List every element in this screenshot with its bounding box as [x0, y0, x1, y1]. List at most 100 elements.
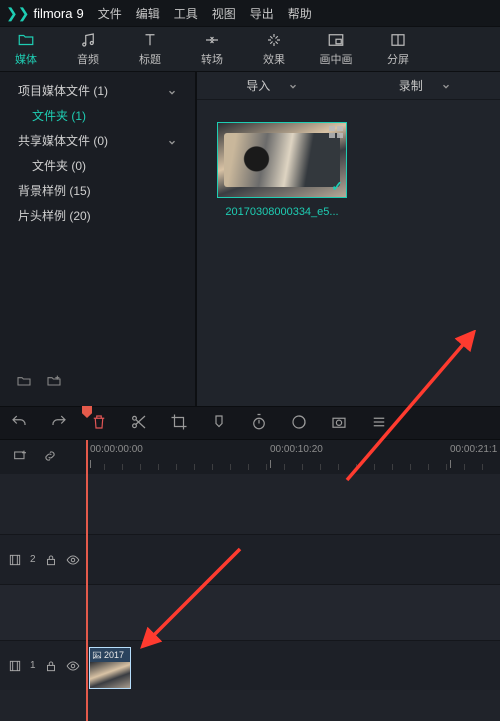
record-label: 录制	[399, 77, 423, 94]
chevron-down-icon	[288, 81, 298, 91]
app-logo: ❯❯ filmora 9	[6, 5, 84, 22]
app-name: filmora	[33, 6, 72, 21]
tab-title[interactable]: 标题	[128, 31, 172, 67]
sidebar-project-media[interactable]: 项目媒体文件 (1)	[0, 78, 195, 103]
side-label: 文件夹 (1)	[32, 107, 86, 124]
sidebar-bg-samples[interactable]: 背景样例 (15)	[0, 178, 195, 203]
split-icon	[389, 31, 407, 49]
crop-icon[interactable]	[170, 413, 188, 434]
sidebar-folder-1[interactable]: 文件夹 (1)	[0, 103, 195, 128]
timeline-ruler[interactable]: 00:00:00:00 00:00:10:20 00:00:21:1	[86, 440, 500, 474]
menu-bar: 文件 编辑 工具 视图 导出 帮助	[98, 5, 312, 22]
import-label: 导入	[246, 77, 270, 94]
timeline-header-left	[0, 448, 86, 467]
lock-icon[interactable]	[44, 553, 58, 567]
undo-icon[interactable]	[10, 413, 28, 434]
lock-icon[interactable]	[44, 659, 58, 673]
tool-tabs: 媒体 音频 标题 转场 效果 画中画 分屏	[0, 26, 500, 72]
transition-icon	[203, 31, 221, 49]
side-label: 背景样例 (15)	[18, 182, 91, 199]
menu-file[interactable]: 文件	[98, 5, 122, 22]
timeline-clip[interactable]: 2017	[89, 647, 131, 689]
stopwatch-icon[interactable]	[250, 413, 268, 434]
menu-tools[interactable]: 工具	[174, 5, 198, 22]
list-icon[interactable]	[370, 413, 388, 434]
new-folder-icon[interactable]	[16, 373, 32, 392]
add-track-icon[interactable]	[12, 448, 28, 467]
ruler-time-0: 00:00:00:00	[90, 444, 143, 468]
tab-audio[interactable]: 音频	[66, 31, 110, 67]
music-icon	[79, 31, 97, 49]
ruler-time-2: 00:00:21:1	[450, 444, 497, 468]
tab-pip[interactable]: 画中画	[314, 31, 358, 67]
menu-help[interactable]: 帮助	[288, 5, 312, 22]
timeline-tracks[interactable]: 2 1 2017	[0, 474, 500, 721]
text-icon	[141, 31, 159, 49]
color-icon[interactable]	[290, 413, 308, 434]
sidebar-folder-0[interactable]: 文件夹 (0)	[0, 153, 195, 178]
link-icon[interactable]	[42, 448, 58, 467]
tab-title-label: 标题	[139, 51, 161, 67]
tab-media-label: 媒体	[15, 51, 37, 67]
side-label: 项目媒体文件 (1)	[18, 82, 108, 99]
tab-transition-label: 转场	[201, 51, 223, 67]
track-1-label: 1	[30, 660, 36, 671]
media-grid[interactable]: ✓ 20170308000334_e5...	[197, 100, 500, 406]
film-icon	[8, 553, 22, 567]
logo-mark-icon: ❯❯	[6, 5, 29, 22]
media-item-name: 20170308000334_e5...	[217, 206, 347, 218]
film-icon	[8, 659, 22, 673]
menu-view[interactable]: 视图	[212, 5, 236, 22]
app-version: 9	[76, 6, 83, 21]
clip-strip: 2017	[90, 648, 130, 662]
tab-split[interactable]: 分屏	[376, 31, 420, 67]
title-bar: ❯❯ filmora 9 文件 编辑 工具 视图 导出 帮助	[0, 0, 500, 26]
eye-icon[interactable]	[66, 659, 80, 673]
pip-icon	[327, 31, 345, 49]
side-label: 共享媒体文件 (0)	[18, 132, 108, 149]
playhead[interactable]	[86, 440, 88, 721]
image-icon	[92, 650, 102, 660]
import-dropdown[interactable]: 导入	[246, 77, 298, 94]
timeline-toolbar	[0, 406, 500, 440]
sidebar-shared-media[interactable]: 共享媒体文件 (0)	[0, 128, 195, 153]
media-thumbnail[interactable]: ✓	[217, 122, 347, 198]
tab-effects[interactable]: 效果	[252, 31, 296, 67]
delete-icon[interactable]	[90, 413, 108, 434]
tab-split-label: 分屏	[387, 51, 409, 67]
tab-pip-label: 画中画	[320, 51, 353, 67]
scissors-icon[interactable]	[130, 413, 148, 434]
clip-label: 2017	[104, 650, 124, 660]
track-gap	[0, 584, 500, 640]
sidebar-intro-samples[interactable]: 片头样例 (20)	[0, 203, 195, 228]
timeline-header: 00:00:00:00 00:00:10:20 00:00:21:1	[0, 440, 500, 474]
ruler-time-1: 00:00:10:20	[270, 444, 323, 468]
menu-edit[interactable]: 编辑	[136, 5, 160, 22]
eye-icon[interactable]	[66, 553, 80, 567]
main-row: 项目媒体文件 (1) 文件夹 (1) 共享媒体文件 (0) 文件夹 (0) 背景…	[0, 72, 500, 406]
track-2[interactable]: 2	[0, 534, 500, 584]
track-1[interactable]: 1	[0, 640, 500, 690]
chevron-down-icon	[441, 81, 451, 91]
media-panel: 导入 录制 ✓ 20170308000334_e5...	[197, 72, 500, 406]
side-label: 片头样例 (20)	[18, 207, 91, 224]
track-2-label: 2	[30, 554, 36, 565]
marker-down-icon[interactable]	[210, 413, 228, 434]
track-2-head: 2	[0, 553, 86, 567]
record-dropdown[interactable]: 录制	[399, 77, 451, 94]
menu-export[interactable]: 导出	[250, 5, 274, 22]
track-1-head: 1	[0, 659, 86, 673]
camera-icon[interactable]	[330, 413, 348, 434]
sidebar-bottom-icons	[0, 365, 195, 400]
redo-icon[interactable]	[50, 413, 68, 434]
media-toolbar: 导入 录制	[197, 72, 500, 100]
sparkle-icon	[265, 31, 283, 49]
chevron-down-icon	[167, 136, 177, 146]
track-spacer	[0, 474, 500, 534]
new-folder-plus-icon[interactable]	[46, 373, 62, 392]
tab-transition[interactable]: 转场	[190, 31, 234, 67]
check-icon: ✓	[331, 178, 343, 195]
tab-audio-label: 音频	[77, 51, 99, 67]
tab-media[interactable]: 媒体	[4, 31, 48, 67]
media-item[interactable]: ✓ 20170308000334_e5...	[217, 122, 347, 218]
